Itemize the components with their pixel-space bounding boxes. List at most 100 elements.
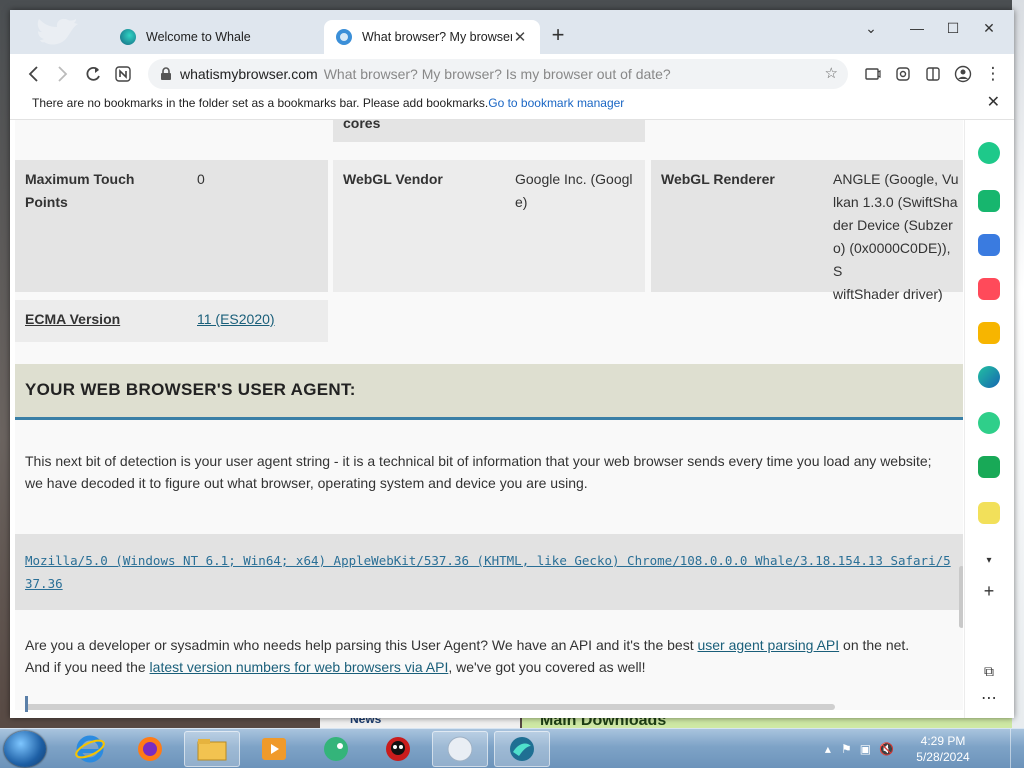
whale-green-icon[interactable] xyxy=(308,731,364,767)
new-tab-button[interactable]: + xyxy=(546,24,570,48)
browser-versions-api-link[interactable]: latest version numbers for web browsers … xyxy=(150,659,449,675)
developer-api-paragraph: Are you a developer or sysadmin who need… xyxy=(25,634,955,678)
bookmark-star-icon[interactable]: ☆ xyxy=(825,64,838,82)
horizontal-scrollbar[interactable] xyxy=(25,704,835,710)
whale-browser-taskbar-icon[interactable] xyxy=(494,731,550,767)
split-view-icon[interactable] xyxy=(918,59,948,89)
horizontal-scrollbar-marker xyxy=(25,696,28,712)
label-line: Points xyxy=(25,194,68,210)
bird-app-icon[interactable] xyxy=(370,731,426,767)
value-line: Google Inc. (Googl xyxy=(515,171,633,187)
whale-favicon-icon xyxy=(120,29,136,45)
reload-icon xyxy=(86,66,100,81)
volume-muted-icon[interactable]: 🔇 xyxy=(879,742,894,756)
lock-icon xyxy=(161,67,171,80)
minimize-button[interactable]: — xyxy=(900,16,934,40)
taskbar-clock[interactable]: 4:29 PM 5/28/2024 xyxy=(908,733,978,765)
ecma-version-link[interactable]: ECMA Version xyxy=(25,308,120,331)
bookmarks-notice-close-icon[interactable]: ✕ xyxy=(987,94,1000,112)
url-domain: whatismybrowser.com xyxy=(180,66,318,82)
sidebar-notification-icon[interactable] xyxy=(978,190,1000,212)
close-window-button[interactable]: ✕ xyxy=(972,16,1006,40)
value-line: wiftShader driver) xyxy=(833,286,943,302)
max-touch-points-value: 0 xyxy=(197,171,205,187)
sidebar-panel: ▾ + ⧉ ⋯ xyxy=(964,120,1014,718)
bookmarks-notice-text: There are no bookmarks in the folder set… xyxy=(32,96,489,110)
tray-expand-icon[interactable]: ▴ xyxy=(825,742,831,756)
user-agent-box: Mozilla/5.0 (Windows NT 6.1; Win64; x64)… xyxy=(15,534,963,610)
sidebar-play-icon[interactable] xyxy=(978,412,1000,434)
cores-label: cores xyxy=(343,120,381,131)
windows-taskbar: ▴ ⚑ ▣ 🔇 4:29 PM 5/28/2024 xyxy=(0,728,1024,768)
sidebar-more-icon[interactable]: ⋯ xyxy=(978,688,1000,710)
webgl-renderer-label: WebGL Renderer xyxy=(661,171,775,187)
value-line: o) (0x0000C0DE)), S xyxy=(833,240,951,279)
naver-home-button[interactable] xyxy=(108,59,138,89)
tab-list-chevron-icon[interactable]: ⌄ xyxy=(854,16,888,40)
sidebar-green-circle-icon[interactable] xyxy=(978,142,1000,164)
ecma-version-value-link[interactable]: 11 (ES2020) xyxy=(197,308,275,331)
sidebar-webtoon-icon[interactable] xyxy=(978,456,1000,478)
address-bar[interactable]: whatismybrowser.com What browser? My bro… xyxy=(148,59,848,89)
internet-explorer-icon[interactable] xyxy=(62,731,118,767)
page-title-hint: What browser? My browser? Is my browser … xyxy=(323,66,671,82)
ecma-version-cell: ECMA Version 11 (ES2020) xyxy=(15,300,328,342)
action-center-flag-icon[interactable]: ⚑ xyxy=(841,742,852,756)
tab-strip: Welcome to Whale What browser? My browse… xyxy=(10,10,1014,54)
sidebar-open-external-icon[interactable]: ⧉ xyxy=(978,660,1000,682)
naver-icon xyxy=(115,66,131,82)
sidebar-wallet-icon[interactable] xyxy=(978,234,1000,256)
maximize-button[interactable]: ☐ xyxy=(936,16,970,40)
vertical-scrollbar-thumb[interactable] xyxy=(959,566,963,628)
profile-icon[interactable] xyxy=(948,59,978,89)
back-arrow-icon xyxy=(28,66,38,82)
max-touch-points-cell: Maximum Touch Points 0 xyxy=(15,160,328,292)
whatismybrowser-favicon-icon xyxy=(336,29,352,45)
sidebar-pocket-icon[interactable] xyxy=(978,278,1000,300)
media-player-icon[interactable] xyxy=(246,731,302,767)
clock-date: 5/28/2024 xyxy=(916,750,970,764)
start-button[interactable] xyxy=(4,731,46,767)
max-touch-points-label: Maximum Touch Points xyxy=(25,168,134,214)
firefox-icon[interactable] xyxy=(122,731,178,767)
file-explorer-icon[interactable] xyxy=(184,731,240,767)
tab-welcome-to-whale[interactable]: Welcome to Whale xyxy=(108,20,324,54)
show-desktop-button[interactable] xyxy=(1010,729,1024,768)
clock-time: 4:29 PM xyxy=(920,734,966,748)
user-agent-intro: This next bit of detection is your user … xyxy=(25,453,932,491)
toolbar-right-actions: ⋮ xyxy=(858,59,1014,89)
tab-title: What browser? My browser? Is xyxy=(362,30,512,44)
sidebar-add-icon[interactable]: + xyxy=(978,580,1000,602)
webgl-renderer-value: ANGLE (Google, Vu lkan 1.3.0 (SwiftSha d… xyxy=(833,168,963,306)
capture-icon[interactable] xyxy=(888,59,918,89)
tab-what-browser[interactable]: What browser? My browser? Is ✕ xyxy=(324,20,540,54)
sidebar-memo-icon[interactable] xyxy=(978,502,1000,524)
bookmark-manager-link[interactable]: Go to bookmark manager xyxy=(488,96,624,110)
value-line: der Device (Subzer xyxy=(833,217,953,233)
blank-sphere-app-icon[interactable] xyxy=(432,731,488,767)
ua-parsing-api-link[interactable]: user agent parsing API xyxy=(697,637,839,653)
tab-close-icon[interactable]: ✕ xyxy=(512,28,528,46)
value-line: lkan 1.3.0 (SwiftSha xyxy=(833,194,958,210)
forward-button[interactable] xyxy=(48,59,78,89)
webgl-renderer-cell: WebGL Renderer ANGLE (Google, Vu lkan 1.… xyxy=(651,160,963,302)
value-line: e) xyxy=(515,194,528,210)
dev-text: on the net. xyxy=(839,637,910,653)
sidebar-more-chevron-icon[interactable]: ▾ xyxy=(978,550,1000,572)
reload-button[interactable] xyxy=(78,59,108,89)
twitter-bird-watermark-icon xyxy=(37,18,78,45)
label-line: Maximum Touch xyxy=(25,171,135,187)
sidebar-edge-like-icon[interactable] xyxy=(978,366,1000,388)
menu-kebab-icon[interactable]: ⋮ xyxy=(978,59,1008,89)
user-agent-string-link[interactable]: Mozilla/5.0 (Windows NT 6.1; Win64; x64)… xyxy=(25,553,951,591)
webgl-vendor-cell: WebGL Vendor Google Inc. (Googl e) xyxy=(333,160,645,292)
network-icon[interactable]: ▣ xyxy=(860,742,871,756)
browser-window: Welcome to Whale What browser? My browse… xyxy=(10,10,1014,718)
webgl-vendor-value: Google Inc. (Googl e) xyxy=(515,168,633,214)
sidebar-star-icon[interactable] xyxy=(978,322,1000,344)
tab-title: Welcome to Whale xyxy=(146,30,251,44)
web-page-content: cores Maximum Touch Points 0 WebGL Vendo… xyxy=(15,120,963,710)
dev-text: Are you a developer or sysadmin who need… xyxy=(25,637,698,653)
sidebar-mobile-view-icon[interactable] xyxy=(858,59,888,89)
back-button[interactable] xyxy=(18,59,48,89)
